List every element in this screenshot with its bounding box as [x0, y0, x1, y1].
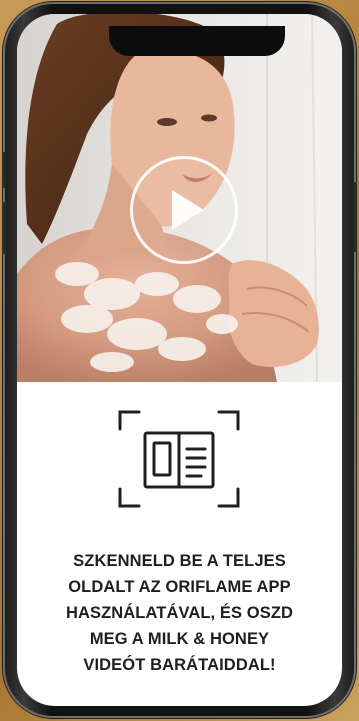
- phone-screen: SZKENNELD BE A TELJES OLDALT AZ ORIFLAME…: [17, 14, 342, 706]
- play-icon: [172, 190, 204, 230]
- caption-line: HASZNÁLATÁVAL, ÉS OSZD: [65, 604, 294, 622]
- caption-line: OLDALT AZ ORIFLAME APP: [68, 578, 291, 596]
- phone-side-button: [2, 152, 6, 188]
- caption-line: MEG A MILK & HONEY: [89, 630, 270, 648]
- caption-line: SZKENNELD BE A TELJES: [73, 552, 286, 570]
- play-button[interactable]: [130, 156, 238, 264]
- phone-mockup: SZKENNELD BE A TELJES OLDALT AZ ORIFLAME…: [2, 2, 357, 718]
- phone-side-button: [353, 182, 357, 252]
- scan-book-icon: [118, 410, 240, 508]
- phone-side-button: [2, 202, 6, 254]
- caption-line: VIDEÓT BARÁTAIDDAL!: [83, 656, 276, 674]
- video-thumbnail[interactable]: [17, 14, 342, 382]
- phone-notch: [109, 26, 285, 56]
- scan-caption: SZKENNELD BE A TELJES OLDALT AZ ORIFLAME…: [17, 548, 342, 678]
